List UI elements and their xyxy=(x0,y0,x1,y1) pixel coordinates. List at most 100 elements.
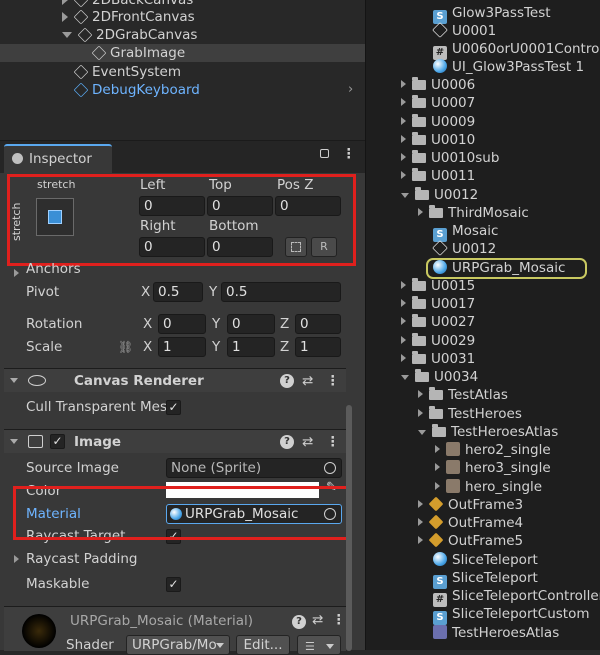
hierarchy-item-debugkeyboard[interactable]: DebugKeyboard xyxy=(0,81,365,99)
expand-arrow-icon[interactable] xyxy=(401,153,406,161)
edit-shader-button[interactable]: Edit... xyxy=(236,635,290,655)
expand-arrow-icon[interactable] xyxy=(418,208,423,216)
component-menu-icon[interactable]: ⋮ xyxy=(326,430,340,454)
cull-transparent-checkbox[interactable]: ✓ xyxy=(166,400,181,415)
anchors-label[interactable]: Anchors xyxy=(26,261,81,277)
project-item[interactable]: U0001 xyxy=(432,22,496,40)
project-item[interactable]: UI_Glow3PassTest 1 xyxy=(433,58,584,76)
rot-y-field[interactable]: 0 xyxy=(227,314,275,334)
project-folder[interactable]: U0027 xyxy=(401,313,475,331)
expand-arrow-icon[interactable] xyxy=(401,135,406,143)
project-folder[interactable]: U0007 xyxy=(401,94,475,112)
project-item[interactable]: hero3_single xyxy=(435,459,551,477)
maskable-checkbox[interactable]: ✓ xyxy=(166,577,181,592)
object-picker-icon[interactable] xyxy=(324,462,336,474)
project-folder[interactable]: U0031 xyxy=(401,350,475,368)
scale-y-field[interactable]: 1 xyxy=(227,337,275,357)
pivot-x-field[interactable]: 0.5 xyxy=(153,282,203,302)
project-item[interactable]: hero2_single xyxy=(435,441,551,459)
preset-icon[interactable]: ⇄ xyxy=(312,612,323,628)
project-item[interactable]: S Glow3PassTest xyxy=(433,4,551,24)
scale-z-field[interactable]: 1 xyxy=(295,337,341,357)
expand-arrow-icon[interactable] xyxy=(401,98,406,106)
hierarchy-item-2dgrabcanvas[interactable]: 2DGrabCanvas xyxy=(0,26,365,44)
component-menu-icon[interactable]: ⋮ xyxy=(326,369,340,393)
project-folder[interactable]: U0012 xyxy=(401,186,478,204)
raycast-padding-label[interactable]: Raycast Padding xyxy=(26,551,137,567)
collapse-arrow-icon[interactable] xyxy=(10,378,18,383)
expand-arrow-icon[interactable] xyxy=(418,390,423,398)
help-icon[interactable]: ? xyxy=(280,435,294,449)
project-item[interactable]: S SliceTeleport xyxy=(433,569,538,589)
project-item[interactable]: U0012 xyxy=(432,240,496,258)
expand-arrow-icon[interactable] xyxy=(401,299,406,307)
expand-arrow-icon[interactable] xyxy=(401,354,406,362)
project-folder[interactable]: ThirdMosaic xyxy=(418,204,529,222)
preset-icon[interactable]: ⇄ xyxy=(302,369,313,393)
inspector-scrollbar[interactable] xyxy=(346,405,352,651)
canvas-renderer-header[interactable]: Canvas Renderer ? ⇄ ⋮ xyxy=(4,368,346,392)
expand-arrow-icon[interactable] xyxy=(401,281,406,289)
tab-inspector[interactable]: Inspector xyxy=(4,144,112,173)
collapse-arrow-icon[interactable] xyxy=(401,193,409,198)
pivot-y-field[interactable]: 0.5 xyxy=(221,282,341,302)
expand-arrow-icon[interactable] xyxy=(418,500,423,508)
collapse-arrow-icon[interactable] xyxy=(401,375,409,380)
expand-arrow-icon[interactable] xyxy=(62,0,68,5)
component-menu-icon[interactable]: ⋮ xyxy=(332,612,346,628)
lock-icon[interactable] xyxy=(320,149,329,158)
project-folder[interactable]: U0009 xyxy=(401,113,475,131)
expand-arrow-icon[interactable] xyxy=(435,445,440,453)
anchors-expand-icon[interactable] xyxy=(14,269,19,277)
raycast-padding-expand-icon[interactable] xyxy=(14,555,19,563)
expand-arrow-icon[interactable] xyxy=(401,317,406,325)
project-item[interactable]: OutFrame5 xyxy=(418,532,523,550)
expand-arrow-icon[interactable] xyxy=(401,117,406,125)
project-folder[interactable]: TestAtlas xyxy=(418,386,508,404)
project-folder[interactable]: U0010 xyxy=(401,131,475,149)
scale-x-field[interactable]: 1 xyxy=(158,337,206,357)
expand-arrow-icon[interactable] xyxy=(401,336,406,344)
expand-arrow-icon[interactable] xyxy=(418,536,423,544)
hierarchy-item-2dfrontcanvas[interactable]: 2DFrontCanvas xyxy=(0,8,365,26)
project-folder[interactable]: U0010sub xyxy=(401,149,499,167)
collapse-arrow-icon[interactable] xyxy=(62,32,72,38)
project-item[interactable]: TestHeroesAtlas xyxy=(433,624,559,642)
project-item[interactable]: OutFrame3 xyxy=(418,496,523,514)
collapse-arrow-icon[interactable] xyxy=(10,439,18,444)
project-folder[interactable]: U0015 xyxy=(401,277,475,295)
expand-arrow-icon[interactable] xyxy=(401,171,406,179)
image-enabled-checkbox[interactable]: ✓ xyxy=(50,434,65,449)
shader-menu-button[interactable]: ☰ xyxy=(297,635,341,655)
project-folder[interactable]: U0006 xyxy=(401,76,475,94)
project-folder[interactable]: U0029 xyxy=(401,332,475,350)
expand-arrow-icon[interactable] xyxy=(401,80,406,88)
help-icon[interactable]: ? xyxy=(280,374,294,388)
help-icon[interactable]: ? xyxy=(292,615,306,629)
project-item[interactable]: hero_single xyxy=(435,478,542,496)
project-folder[interactable]: U0017 xyxy=(401,295,475,313)
project-item[interactable]: # U0060orU0001Controll xyxy=(433,40,600,60)
rot-z-field[interactable]: 0 xyxy=(295,314,341,334)
project-item[interactable]: S SliceTeleportCustom xyxy=(433,605,590,625)
project-item[interactable]: SliceTeleport xyxy=(433,551,538,569)
project-folder[interactable]: TestHeroesAtlas xyxy=(418,423,558,441)
project-folder[interactable]: U0034 xyxy=(401,368,478,386)
source-image-field[interactable]: None (Sprite) xyxy=(166,458,342,478)
constrain-proportions-icon[interactable]: ⛓ xyxy=(118,340,133,354)
expand-arrow-icon[interactable] xyxy=(418,409,423,417)
expand-arrow-icon[interactable] xyxy=(418,518,423,526)
hierarchy-item-eventsystem[interactable]: EventSystem xyxy=(0,63,365,81)
image-component-header[interactable]: ✓ Image ? ⇄ ⋮ xyxy=(4,429,346,453)
shader-dropdown[interactable]: URPGrab/Mo xyxy=(126,635,230,655)
rot-x-field[interactable]: 0 xyxy=(158,314,206,334)
expand-arrow-icon[interactable] xyxy=(435,482,440,490)
project-item[interactable]: S Mosaic xyxy=(433,222,498,242)
project-folder[interactable]: U0011 xyxy=(401,167,475,185)
project-item[interactable]: OutFrame4 xyxy=(418,514,523,532)
project-item[interactable]: # SliceTeleportController xyxy=(433,587,600,607)
project-folder[interactable]: TestHeroes xyxy=(418,405,522,423)
collapse-arrow-icon[interactable] xyxy=(418,430,426,435)
chevron-right-icon[interactable]: › xyxy=(348,82,353,97)
expand-arrow-icon[interactable] xyxy=(435,463,440,471)
